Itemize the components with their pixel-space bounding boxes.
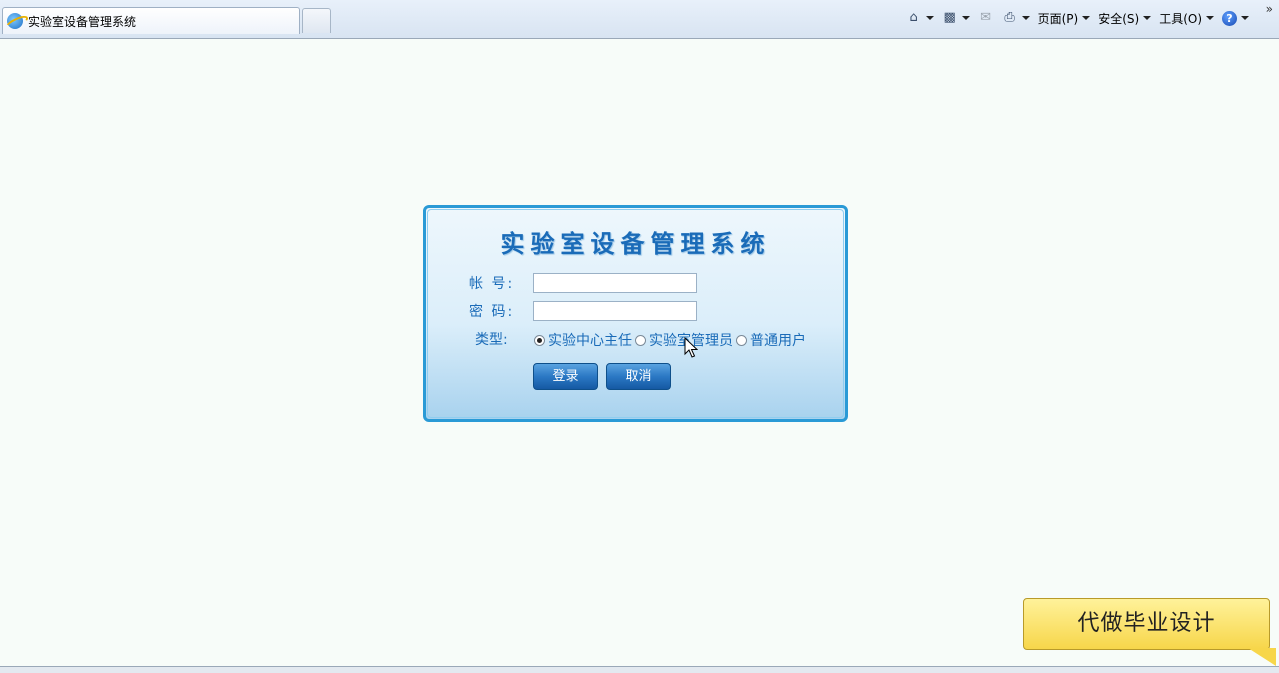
browser-toolbar: 实验室设备管理系统 ⌂ ▩ ✉ ⎙ 页面(P) 安全(S) 工具(O) ? »	[0, 0, 1279, 39]
ad-bubble-tail	[1238, 648, 1276, 666]
login-button[interactable]: 登录	[533, 363, 598, 390]
help-menu[interactable]: ?	[1218, 8, 1253, 28]
home-icon: ⌂	[909, 10, 918, 25]
mouse-pointer-icon	[684, 337, 698, 358]
print-button[interactable]: ⎙	[998, 8, 1034, 28]
help-icon: ?	[1222, 10, 1237, 26]
radio-center-director[interactable]	[534, 334, 545, 346]
new-tab-button[interactable]	[302, 8, 331, 33]
tools-menu-label: 工具(O)	[1159, 11, 1202, 26]
chevron-down-icon	[925, 16, 934, 20]
chevron-down-icon	[1241, 16, 1249, 20]
account-label: 帐 号:	[469, 276, 515, 292]
radio-center-director-label[interactable]: 实验中心主任	[548, 330, 632, 350]
feeds-icon: ▩	[943, 10, 956, 25]
chevron-down-icon	[1021, 16, 1030, 20]
command-bar: ⌂ ▩ ✉ ⎙ 页面(P) 安全(S) 工具(O) ?	[902, 8, 1253, 28]
chevron-down-icon	[1082, 16, 1091, 20]
mail-icon: ✉	[980, 10, 992, 25]
system-title: 实验室设备管理系统	[500, 229, 771, 258]
login-panel: 实验室设备管理系统 帐 号: 密 码: 类型: 实验中心主任 实验室管理员 普通…	[423, 205, 848, 422]
ad-bubble[interactable]: 代做毕业设计	[1023, 598, 1270, 650]
print-icon: ⎙	[1004, 10, 1015, 25]
chevron-down-icon	[1206, 16, 1214, 20]
chevron-down-icon	[961, 16, 970, 20]
radio-normal-user[interactable]	[736, 334, 747, 346]
ie-icon	[7, 13, 23, 29]
page-menu[interactable]: 页面(P)	[1034, 8, 1095, 28]
password-label: 密 码:	[469, 304, 515, 320]
home-button[interactable]: ⌂	[902, 8, 938, 28]
user-type-label: 类型:	[475, 332, 508, 348]
user-type-group: 实验中心主任 实验室管理员 普通用户	[534, 330, 809, 350]
mail-button[interactable]: ✉	[974, 8, 998, 28]
status-bar	[0, 666, 1279, 673]
radio-normal-user-label[interactable]: 普通用户	[750, 330, 806, 350]
password-input[interactable]	[533, 301, 697, 321]
overflow-chevron-icon[interactable]: »	[1266, 2, 1273, 16]
feeds-button[interactable]: ▩	[938, 8, 974, 28]
tab-title: 实验室设备管理系统	[28, 14, 137, 29]
page-menu-label: 页面(P)	[1037, 11, 1079, 26]
tools-menu[interactable]: 工具(O)	[1155, 8, 1218, 28]
safety-menu[interactable]: 安全(S)	[1094, 8, 1155, 28]
account-input[interactable]	[533, 273, 697, 293]
chevron-down-icon	[1143, 16, 1152, 20]
browser-tab[interactable]: 实验室设备管理系统	[2, 7, 300, 34]
radio-lab-admin[interactable]	[635, 334, 646, 346]
cancel-button[interactable]: 取消	[606, 363, 671, 390]
safety-menu-label: 安全(S)	[1098, 11, 1140, 26]
